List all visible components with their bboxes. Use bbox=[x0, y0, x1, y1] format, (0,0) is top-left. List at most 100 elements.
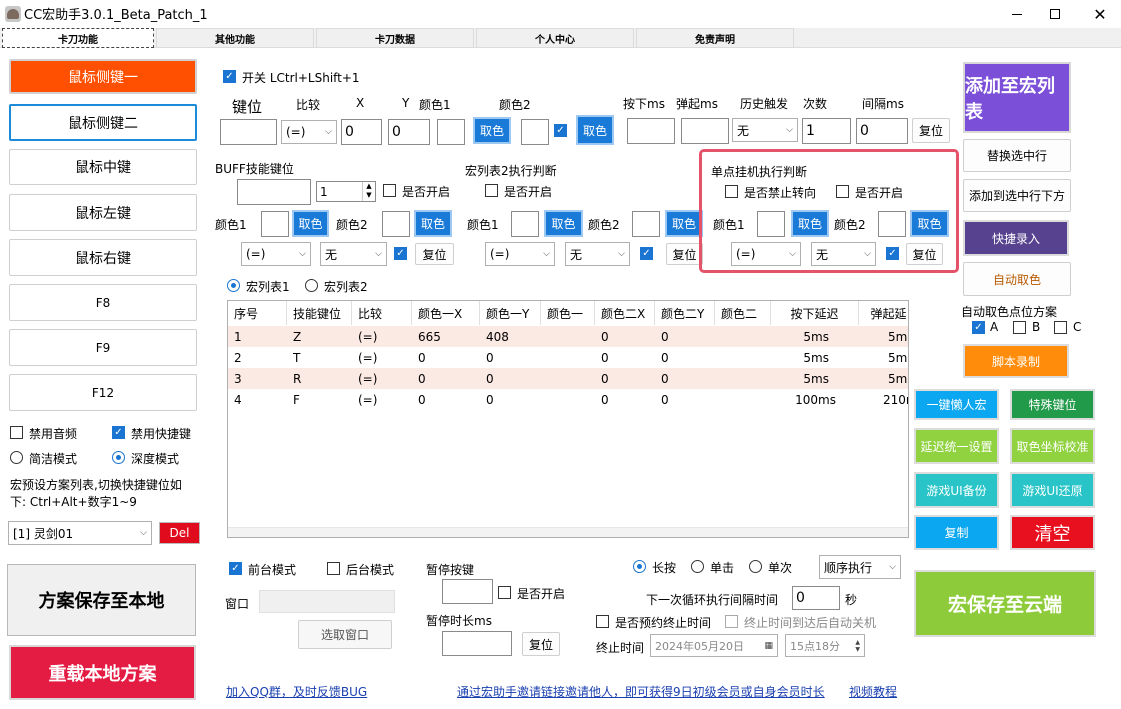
copy-button[interactable]: 复制 bbox=[914, 515, 999, 550]
single-pick2-button[interactable]: 取色 bbox=[910, 210, 949, 237]
buff-enable-checkbox[interactable] bbox=[383, 184, 396, 197]
pause-enable-checkbox[interactable] bbox=[498, 586, 511, 599]
save-local-button[interactable]: 方案保存至本地 bbox=[7, 564, 196, 636]
col-c2x[interactable]: 颜色二X bbox=[595, 301, 655, 325]
lazy-macro-button[interactable]: 一键懒人宏 bbox=[914, 389, 999, 420]
col-down-delay[interactable]: 按下延迟 bbox=[771, 301, 859, 325]
history-select[interactable]: 无 ⌵ bbox=[732, 118, 798, 142]
col-c1[interactable]: 颜色一 bbox=[541, 301, 595, 325]
tab-disclaimer[interactable]: 免责声明 bbox=[636, 28, 794, 48]
color2-swatch[interactable] bbox=[521, 119, 549, 145]
list2-pick1-button[interactable]: 取色 bbox=[544, 210, 583, 237]
disable-hotkey-checkbox[interactable]: ✓ bbox=[112, 426, 125, 439]
single-color1-swatch[interactable] bbox=[757, 211, 785, 237]
single-color-enable-checkbox[interactable]: ✓ bbox=[886, 247, 899, 260]
col-no[interactable]: 序号 bbox=[228, 301, 287, 325]
long-press-radio[interactable] bbox=[633, 560, 646, 573]
script-record-button[interactable]: 脚本录制 bbox=[963, 344, 1069, 378]
preset-select[interactable]: [1] 灵剑01 ⌵ bbox=[8, 521, 152, 545]
background-mode-checkbox[interactable] bbox=[327, 562, 340, 575]
auto-pick-button[interactable]: 自动取色 bbox=[963, 262, 1071, 296]
bounce-ms-input[interactable] bbox=[681, 118, 729, 144]
cloud-save-button[interactable]: 宏保存至云端 bbox=[914, 570, 1096, 637]
scheme-b-checkbox[interactable] bbox=[1013, 321, 1026, 334]
single-click-radio[interactable] bbox=[691, 560, 704, 573]
add-to-list-button[interactable]: 添加至宏列表 bbox=[963, 62, 1071, 133]
coord-calib-button[interactable]: 取色坐标校准 bbox=[1010, 428, 1095, 464]
compare-select[interactable]: (=) ⌵ bbox=[281, 120, 337, 144]
color2-enable-checkbox[interactable]: ✓ bbox=[554, 124, 567, 137]
clear-button[interactable]: 清空 bbox=[1010, 515, 1095, 550]
pause-key-input[interactable] bbox=[442, 579, 493, 604]
single-time-radio[interactable] bbox=[749, 560, 762, 573]
col-up-delay[interactable]: 弹起延 bbox=[859, 301, 908, 325]
list2-compare-select[interactable]: (=) ⌵ bbox=[485, 242, 555, 266]
spin-arrows-icon[interactable]: ▲ ▼ bbox=[362, 182, 375, 201]
buff-color2-swatch[interactable] bbox=[382, 211, 410, 237]
f9-button[interactable]: F9 bbox=[9, 329, 197, 366]
key-input[interactable] bbox=[220, 119, 277, 145]
single-color2-swatch[interactable] bbox=[878, 211, 906, 237]
video-tutorial-link[interactable]: 视频教程 bbox=[849, 683, 897, 700]
f8-button[interactable]: F8 bbox=[9, 284, 197, 321]
macro-list2-radio[interactable] bbox=[305, 279, 318, 292]
col-c2[interactable]: 颜色二 bbox=[715, 301, 771, 325]
mouse-side-2-button[interactable]: 鼠标侧键二 bbox=[9, 104, 197, 141]
buff-pick1-button[interactable]: 取色 bbox=[292, 210, 329, 237]
list2-reset-button[interactable]: 复位 bbox=[666, 243, 703, 265]
macro-table[interactable]: 序号 技能键位 比较 颜色一X 颜色一Y 颜色一 颜色二X 颜色二Y 颜色二 按… bbox=[227, 300, 909, 538]
col-c1x[interactable]: 颜色一X bbox=[412, 301, 480, 325]
f12-button[interactable]: F12 bbox=[9, 374, 197, 411]
buff-compare-select[interactable]: (=) ⌵ bbox=[241, 242, 311, 266]
single-enable-checkbox[interactable] bbox=[836, 185, 849, 198]
list2-color2-swatch[interactable] bbox=[632, 211, 660, 237]
foreground-mode-checkbox[interactable]: ✓ bbox=[229, 562, 242, 575]
interval-input[interactable]: 0 bbox=[856, 118, 908, 144]
list2-history-select[interactable]: 无 ⌵ bbox=[565, 242, 630, 266]
scheme-c-checkbox[interactable] bbox=[1054, 321, 1067, 334]
maximize-icon[interactable] bbox=[1040, 0, 1070, 28]
reload-local-button[interactable]: 重载本地方案 bbox=[9, 645, 196, 700]
replace-selected-button[interactable]: 替换选中行 bbox=[963, 139, 1071, 172]
end-date-picker[interactable]: 2024年05月20日 ▦ bbox=[650, 634, 778, 657]
next-loop-input[interactable]: 0 bbox=[792, 586, 840, 610]
col-c1y[interactable]: 颜色一Y bbox=[480, 301, 541, 325]
table-row[interactable]: 2 T (=) 0 0 0 0 5ms 5m bbox=[228, 347, 908, 368]
delete-preset-button[interactable]: Del bbox=[159, 522, 200, 544]
pause-duration-input[interactable] bbox=[442, 631, 512, 656]
quick-record-button[interactable]: 快捷录入 bbox=[963, 220, 1069, 256]
mouse-left-button[interactable]: 鼠标左键 bbox=[9, 194, 197, 231]
tab-personal[interactable]: 个人中心 bbox=[476, 28, 634, 48]
qq-group-link[interactable]: 加入QQ群，及时反馈BUG bbox=[226, 683, 367, 700]
col-c2y[interactable]: 颜色二Y bbox=[655, 301, 715, 325]
pause-reset-button[interactable]: 复位 bbox=[522, 632, 560, 656]
tab-cutdown[interactable]: 卡刀功能 bbox=[2, 28, 154, 48]
top-reset-button[interactable]: 复位 bbox=[912, 118, 950, 143]
buff-color-enable-checkbox[interactable]: ✓ bbox=[394, 247, 407, 260]
scheme-a-checkbox[interactable]: ✓ bbox=[972, 321, 985, 334]
tab-data[interactable]: 卡刀数据 bbox=[316, 28, 474, 48]
macro-list1-radio[interactable] bbox=[227, 279, 240, 292]
special-key-button[interactable]: 特殊键位 bbox=[1010, 389, 1095, 420]
horizontal-scrollbar[interactable] bbox=[228, 527, 908, 537]
buff-reset-button[interactable]: 复位 bbox=[415, 243, 454, 265]
y-input[interactable]: 0 bbox=[388, 119, 430, 145]
scheduled-end-checkbox[interactable] bbox=[596, 615, 609, 628]
invite-link[interactable]: 通过宏助手邀请链接邀请他人，即可获得9日初级会员或自身会员时长 bbox=[457, 683, 825, 700]
ui-restore-button[interactable]: 游戏UI还原 bbox=[1010, 472, 1095, 508]
press-ms-input[interactable] bbox=[627, 118, 675, 144]
ui-backup-button[interactable]: 游戏UI备份 bbox=[914, 472, 999, 508]
mouse-right-button[interactable]: 鼠标右键 bbox=[9, 239, 197, 276]
minimize-icon[interactable] bbox=[1002, 0, 1032, 28]
pick-color2-button[interactable]: 取色 bbox=[576, 115, 614, 145]
mute-audio-checkbox[interactable] bbox=[10, 426, 23, 439]
single-compare-select[interactable]: (=) ⌵ bbox=[731, 242, 801, 266]
list2-color1-swatch[interactable] bbox=[511, 211, 539, 237]
list2-pick2-button[interactable]: 取色 bbox=[665, 210, 703, 237]
table-row[interactable]: 3 R (=) 0 0 0 0 5ms 5m bbox=[228, 368, 908, 389]
list2-enable-checkbox[interactable] bbox=[485, 184, 498, 197]
pick-color1-button[interactable]: 取色 bbox=[473, 117, 511, 144]
mouse-middle-button[interactable]: 鼠标中键 bbox=[9, 149, 197, 185]
buff-history-select[interactable]: 无 ⌵ bbox=[320, 242, 387, 266]
delay-unify-button[interactable]: 延迟统一设置 bbox=[914, 428, 999, 464]
